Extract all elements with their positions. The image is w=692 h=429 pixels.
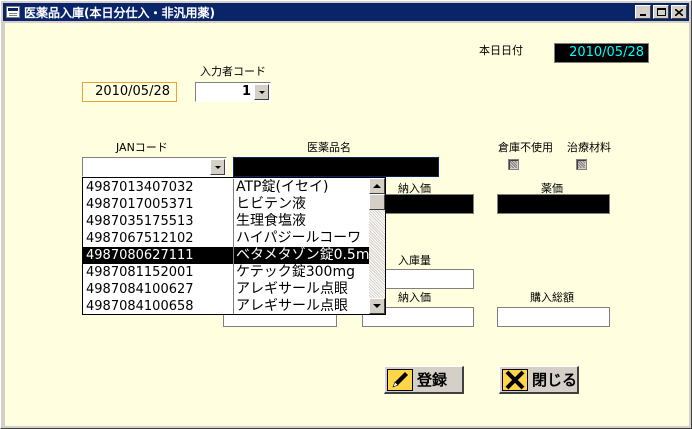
- delivery-price2-label: 納入価: [398, 291, 431, 304]
- scroll-thumb[interactable]: [369, 194, 385, 210]
- scroll-down-button[interactable]: [369, 298, 385, 314]
- today-date-field: 2010/05/28: [554, 43, 649, 63]
- minimize-button[interactable]: [635, 5, 651, 19]
- form-area: 本日日付 2010/05/28 入力者コード 2010/05/28 1 JANコ…: [5, 23, 689, 426]
- dropdown-item[interactable]: 4987084100658 アレギサール点眼: [83, 298, 370, 314]
- entry-code-combo[interactable]: 1: [195, 82, 271, 102]
- jan-code-combo[interactable]: [82, 157, 227, 177]
- dropdown-item-jan: 4987080627111: [86, 248, 194, 263]
- close-window-button[interactable]: [671, 5, 687, 19]
- dropdown-item[interactable]: 4987084100627 アレギサール点眼: [83, 281, 370, 298]
- entry-code-dropdown-button[interactable]: [254, 84, 269, 100]
- pencil-icon: [387, 368, 413, 391]
- dropdown-item[interactable]: 4987013407032 ATP錠(イセイ): [83, 179, 370, 196]
- dropdown-item-jan: 4987017005371: [86, 197, 194, 212]
- no-stock-checkbox[interactable]: [508, 159, 519, 170]
- dropdown-item-name: ケテック錠300mg: [233, 264, 370, 281]
- arrow-down-icon: [373, 304, 381, 308]
- maximize-button[interactable]: [653, 5, 669, 19]
- dropdown-item[interactable]: 4987081152001 ケテック錠300mg: [83, 264, 370, 281]
- dropdown-item-name: ヒビテン液: [233, 196, 370, 213]
- form-icon: [6, 6, 20, 18]
- dropdown-item-name: ATP錠(イセイ): [233, 179, 370, 196]
- dropdown-item[interactable]: 4987080627111 ベタメタゾン錠0.5mg: [83, 247, 370, 264]
- dropdown-item-name: 生理食塩液: [233, 213, 370, 230]
- dropdown-item-name: ハイパジールコーワ: [233, 230, 370, 247]
- jan-code-dropdown-button[interactable]: [210, 159, 225, 175]
- maximize-icon: [656, 8, 666, 16]
- today-label: 本日日付: [479, 44, 523, 57]
- dropdown-item-jan: 4987081152001: [86, 265, 194, 280]
- drug-name-label: 医薬品名: [307, 141, 351, 154]
- app-window: 医薬品入庫(本日分仕入・非汎用薬) 本日日付 2010/05/28 入力者コード…: [0, 0, 692, 429]
- dropdown-item-name: ベタメタゾン錠0.5mg: [233, 247, 370, 264]
- entry-code-value: 1: [241, 84, 251, 99]
- title-bar[interactable]: 医薬品入庫(本日分仕入・非汎用薬): [3, 3, 689, 21]
- no-stock-label: 倉庫不使用: [498, 141, 553, 154]
- scroll-up-button[interactable]: [369, 178, 385, 194]
- dropdown-item-name: アレギサール点眼: [233, 281, 370, 298]
- dropdown-item-jan: 4987084100627: [86, 282, 194, 297]
- treatment-material-label: 治療材料: [567, 141, 611, 154]
- window-controls: [635, 5, 687, 19]
- treatment-material-checkbox[interactable]: [576, 159, 587, 170]
- dropdown-item-jan: 4987013407032: [86, 180, 194, 195]
- arrow-up-icon: [373, 184, 381, 188]
- register-button[interactable]: 登録: [384, 366, 464, 394]
- total-purchase-field[interactable]: [497, 307, 610, 327]
- chevron-down-icon: [214, 165, 221, 169]
- jan-code-value: [83, 158, 209, 176]
- chevron-down-icon: [258, 90, 265, 94]
- dropdown-item[interactable]: 4987067512102 ハイパジールコーワ: [83, 230, 370, 247]
- drug-price-field: [497, 194, 610, 214]
- dropdown-item[interactable]: 4987017005371 ヒビテン液: [83, 196, 370, 213]
- jan-code-dropdown-list[interactable]: 4987013407032 ATP錠(イセイ) 4987017005371 ヒビテン液…: [82, 177, 386, 315]
- x-icon: [502, 368, 528, 391]
- minimize-icon: [640, 14, 646, 16]
- dropdown-item-jan: 4987067512102: [86, 231, 194, 246]
- drug-name-field[interactable]: [233, 157, 439, 177]
- dropdown-item-jan: 4987035175513: [86, 214, 194, 229]
- jan-code-label: JANコード: [116, 141, 168, 154]
- dropdown-item-name: アレギサール点眼: [233, 298, 370, 314]
- close-icon: [675, 8, 683, 16]
- total-purchase-label: 購入総額: [530, 291, 574, 304]
- close-label: 閉じる: [532, 371, 578, 389]
- window-title: 医薬品入庫(本日分仕入・非汎用薬): [24, 5, 215, 20]
- dropdown-item[interactable]: 4987035175513 生理食塩液: [83, 213, 370, 230]
- entry-date-field[interactable]: 2010/05/28: [82, 82, 177, 102]
- close-button[interactable]: 閉じる: [499, 366, 579, 394]
- dropdown-item-jan: 4987084100658: [86, 299, 194, 314]
- entry-code-label: 入力者コード: [200, 65, 266, 78]
- quantity-label: 入庫量: [398, 254, 431, 267]
- register-label: 登録: [417, 371, 448, 389]
- dropdown-scrollbar[interactable]: [369, 178, 385, 314]
